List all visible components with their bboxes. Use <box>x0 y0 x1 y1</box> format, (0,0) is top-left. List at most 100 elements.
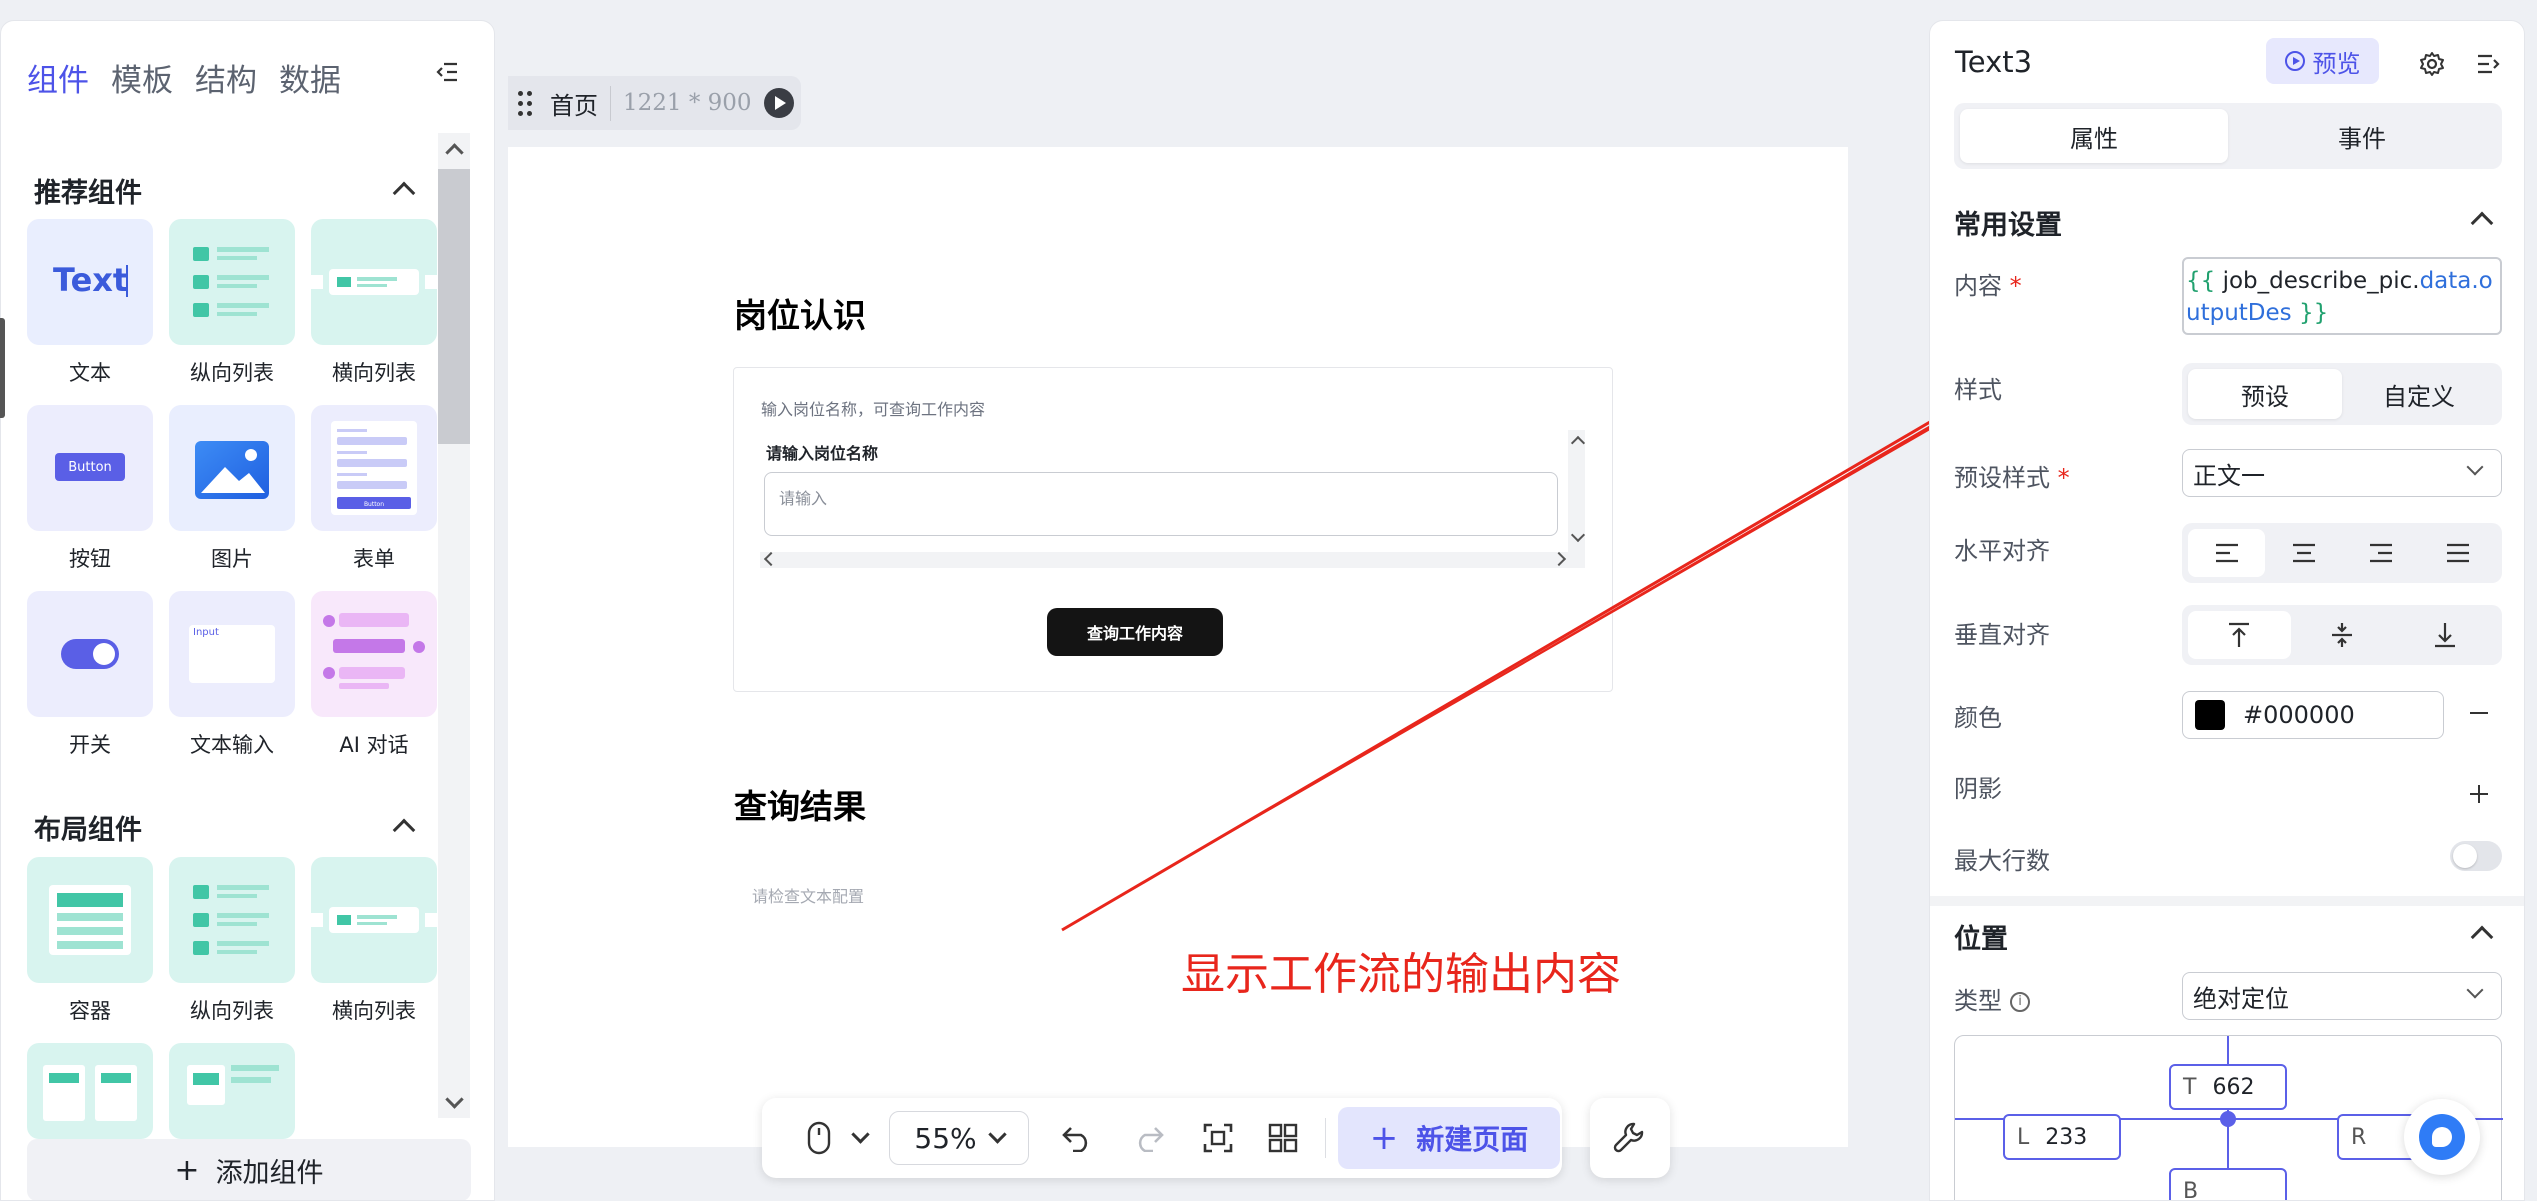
position-anchor[interactable] <box>2220 1111 2236 1127</box>
component-switch[interactable]: 开关 <box>27 591 153 759</box>
scroll-down-icon[interactable] <box>1570 527 1586 543</box>
component-image[interactable]: 图片 <box>169 405 295 573</box>
component-grid-partial[interactable] <box>27 1043 153 1139</box>
tab-events[interactable]: 事件 <box>2228 109 2496 163</box>
component-text-input[interactable]: Input 文本输入 <box>169 591 295 759</box>
chevron-down-icon <box>2466 981 2484 999</box>
heading-job-intro[interactable]: 岗位认识 <box>734 289 866 337</box>
collapse-layout-icon[interactable] <box>391 812 417 838</box>
query-job-button[interactable]: 查询工作内容 <box>1047 608 1223 656</box>
color-swatch[interactable] <box>2195 700 2225 730</box>
add-shadow-icon[interactable] <box>2470 785 2488 803</box>
grid-icon <box>1268 1123 1298 1153</box>
plus-icon: + <box>1369 1118 1399 1158</box>
align-top-icon[interactable] <box>2188 611 2291 659</box>
align-middle-icon[interactable] <box>2291 611 2394 659</box>
overview-button[interactable] <box>1253 1110 1313 1166</box>
collapse-panel-icon[interactable] <box>434 59 460 85</box>
scroll-up-icon[interactable] <box>1570 435 1586 451</box>
drag-handle-icon[interactable] <box>516 89 534 117</box>
component-columns-partial[interactable] <box>169 1043 295 1139</box>
vertical-list-icon <box>169 857 295 983</box>
content-expression-input[interactable]: {{ job_describe_pic.data.outputDes }} <box>2182 257 2502 335</box>
align-justify-icon[interactable] <box>2419 529 2496 577</box>
new-page-button[interactable]: + 新建页面 <box>1338 1107 1560 1169</box>
position-left-input[interactable]: L 233 <box>2003 1114 2121 1160</box>
collapse-position-icon[interactable] <box>2468 919 2496 947</box>
text-component-icon: Text <box>27 219 153 345</box>
left-edge-handle[interactable] <box>0 318 5 418</box>
position-bottom-input[interactable]: B <box>2169 1168 2287 1200</box>
tab-components[interactable]: 组件 <box>27 55 89 100</box>
page-artboard: 岗位认识 输入岗位名称，可查询工作内容 请输入岗位名称 请输入 查询工作内容 查… <box>508 147 1848 1147</box>
job-name-input[interactable]: 请输入 <box>764 472 1558 536</box>
tab-templates[interactable]: 模板 <box>111 55 173 100</box>
scroll-left-icon[interactable] <box>763 551 779 567</box>
component-text[interactable]: Text 文本 <box>27 219 153 387</box>
component-form[interactable]: Button 表单 <box>311 405 437 573</box>
preset-style-select[interactable]: 正文一 <box>2182 449 2502 497</box>
switch-component-icon <box>27 591 153 717</box>
scroll-up-icon[interactable] <box>438 133 470 165</box>
align-right-icon[interactable] <box>2342 529 2419 577</box>
component-ai-chat[interactable]: AI 对话 <box>311 591 437 759</box>
component-vertical-list[interactable]: 纵向列表 <box>169 219 295 387</box>
play-icon[interactable] <box>763 88 794 118</box>
style-preset-option[interactable]: 预设 <box>2188 369 2342 419</box>
style-custom-option[interactable]: 自定义 <box>2342 369 2496 419</box>
gear-icon[interactable] <box>2419 51 2445 77</box>
tab-properties[interactable]: 属性 <box>1960 109 2228 163</box>
section-layout: 布局组件 <box>34 815 142 846</box>
undo-button[interactable] <box>1043 1110 1113 1166</box>
tools-button[interactable] <box>1590 1098 1670 1178</box>
heading-query-result[interactable]: 查询结果 <box>734 780 866 828</box>
collapse-panel-icon[interactable] <box>2475 51 2501 77</box>
component-container[interactable]: 容器 <box>27 857 153 1025</box>
remove-color-icon[interactable] <box>2470 712 2488 714</box>
component-button[interactable]: Button 按钮 <box>27 405 153 573</box>
component-horizontal-list-layout[interactable]: 横向列表 <box>311 857 437 1025</box>
content-label: 内容 * <box>1954 272 2022 300</box>
style-mode-toggle: 预设 自定义 <box>2182 363 2502 425</box>
align-center-icon[interactable] <box>2265 529 2342 577</box>
scroll-thumb[interactable] <box>438 169 470 444</box>
component-horizontal-list[interactable]: 横向列表 <box>311 219 437 387</box>
page-name: 首页 <box>550 85 611 121</box>
chevron-down-icon[interactable] <box>851 1125 870 1144</box>
align-bottom-icon[interactable] <box>2393 611 2496 659</box>
info-icon: i <box>2010 992 2030 1012</box>
component-panel: 组件 模板 结构 数据 推荐组件 Text 文本 纵向列表 横向列表 Butto… <box>0 20 495 1201</box>
result-text-placeholder[interactable]: 请检查文本配置 <box>752 883 864 907</box>
form-hint: 输入岗位名称，可查询工作内容 <box>761 400 986 419</box>
properties-panel: Text3 预览 属性 事件 常用设置 内容 * {{ job_describe… <box>1929 20 2525 1201</box>
add-component-button[interactable]: + 添加组件 <box>27 1139 471 1200</box>
fit-screen-button[interactable] <box>1183 1110 1253 1166</box>
tab-structure[interactable]: 结构 <box>195 55 257 100</box>
position-type-select[interactable]: 绝对定位 <box>2182 972 2502 1020</box>
component-panel-scrollbar[interactable] <box>438 133 470 1118</box>
scroll-right-icon[interactable] <box>1551 551 1567 567</box>
svg-text:Button: Button <box>364 501 384 508</box>
preview-button[interactable]: 预览 <box>2266 38 2379 84</box>
preset-style-label: 预设样式 * <box>1954 464 2070 492</box>
tab-data[interactable]: 数据 <box>279 55 341 100</box>
page-tab[interactable]: 首页 1221 * 900 <box>508 76 801 130</box>
undo-icon <box>1062 1127 1088 1152</box>
mouse-icon <box>807 1121 831 1155</box>
columns-layout-icon <box>169 1043 295 1139</box>
scroll-down-icon[interactable] <box>438 1086 470 1118</box>
color-input[interactable]: #000000 <box>2182 691 2444 739</box>
pointer-mode-button[interactable] <box>784 1110 854 1166</box>
collapse-recommended-icon[interactable] <box>391 175 417 201</box>
section-position: 位置 <box>1954 924 2008 955</box>
design-canvas: 首页 1221 * 900 岗位认识 输入岗位名称，可查询工作内容 请输入岗位名… <box>508 20 1916 1201</box>
max-lines-toggle[interactable] <box>2450 841 2502 871</box>
query-form-card[interactable]: 输入岗位名称，可查询工作内容 请输入岗位名称 请输入 查询工作内容 <box>733 367 1613 692</box>
position-top-input[interactable]: T 662 <box>2169 1064 2287 1110</box>
collapse-common-icon[interactable] <box>2468 205 2496 233</box>
redo-button[interactable] <box>1113 1110 1183 1166</box>
component-vertical-list-layout[interactable]: 纵向列表 <box>169 857 295 1025</box>
align-left-icon[interactable] <box>2188 529 2265 577</box>
help-chat-button[interactable] <box>2404 1099 2480 1175</box>
zoom-select[interactable]: 55% <box>889 1111 1029 1165</box>
